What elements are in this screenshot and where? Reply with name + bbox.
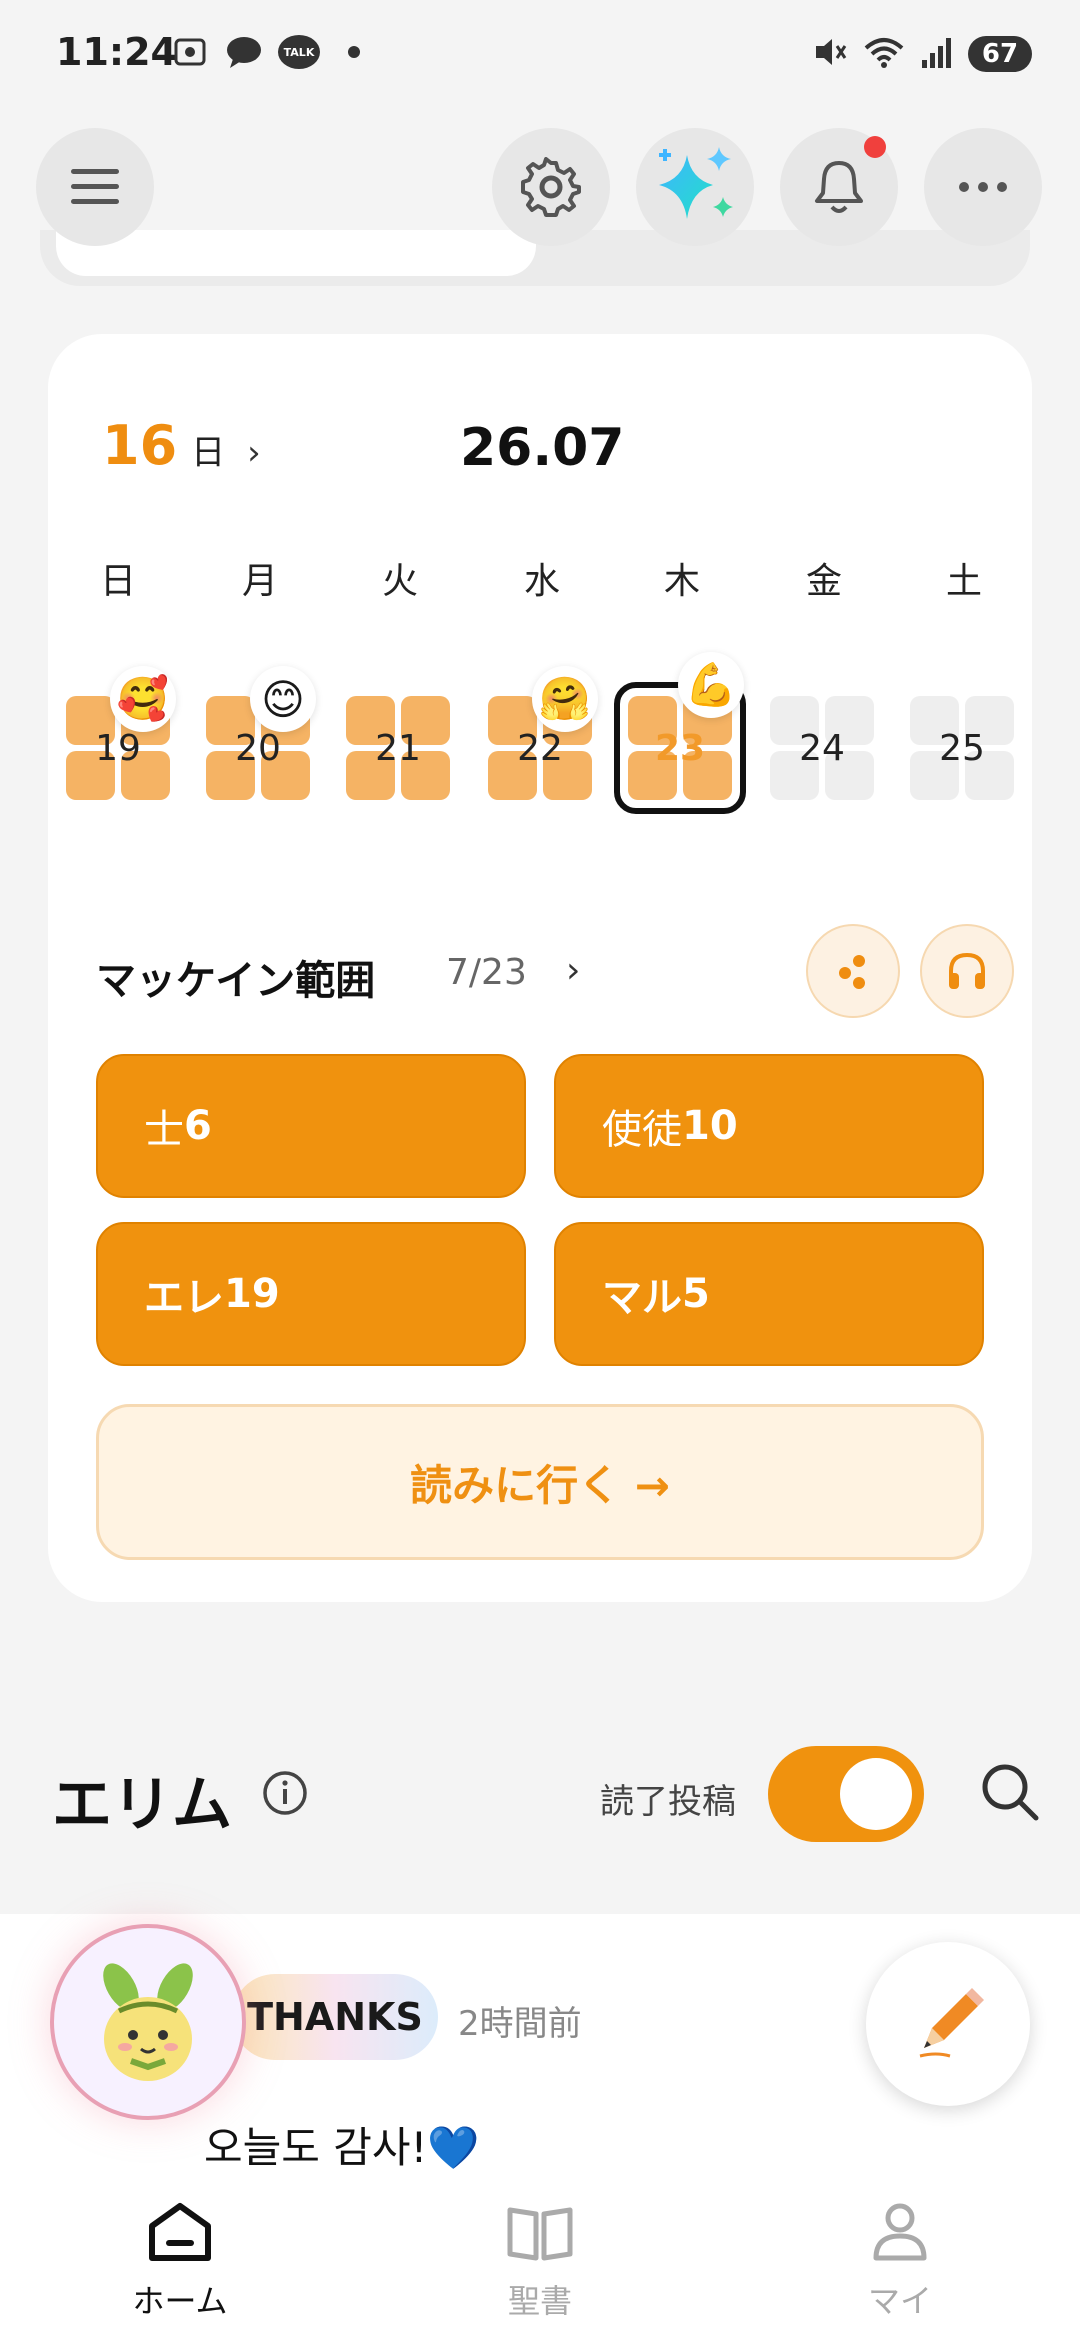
toggle-knob — [840, 1758, 912, 1830]
calendar-day[interactable]: 22 🤗 — [488, 666, 598, 800]
nav-label: マイ — [867, 2282, 932, 2320]
battery-indicator: 67 — [968, 36, 1032, 72]
pencil-icon — [919, 1988, 984, 2058]
bell-icon — [815, 161, 863, 213]
search-icon[interactable] — [978, 1760, 1042, 1824]
streak-unit: 日 — [191, 433, 226, 473]
chip-book: エレ — [144, 1275, 224, 1321]
gear-icon — [521, 157, 581, 217]
status-right-icons: 67 — [812, 34, 1032, 74]
hamburger-menu-icon — [71, 169, 119, 204]
share-dots-icon — [839, 955, 865, 989]
reading-range-date[interactable]: 7/23 — [446, 952, 527, 993]
nav-home[interactable]: ホーム — [80, 2200, 280, 2322]
read-post-toggle[interactable] — [768, 1746, 924, 1842]
bottom-navigation: ホーム 聖書 マイ — [0, 2172, 1080, 2340]
nav-label: ホーム — [132, 2282, 228, 2320]
nav-label: 聖書 — [507, 2282, 572, 2320]
post-text: 오늘도 감사!💙 — [204, 2123, 480, 2172]
weekday-label: 土 — [945, 561, 982, 602]
chevron-right-icon[interactable]: › — [566, 950, 580, 991]
day-emoji-badge: 😊 — [250, 666, 316, 732]
weekday-label: 金 — [805, 561, 842, 602]
wifi-icon — [862, 34, 906, 74]
day-number: 21 — [375, 727, 421, 769]
day-emoji-badge: 💪 — [678, 652, 744, 718]
day-number: 25 — [939, 727, 985, 769]
screenshot-icon — [170, 32, 210, 72]
audio-button[interactable] — [920, 924, 1014, 1018]
day-number: 24 — [799, 727, 845, 769]
calendar-date-title[interactable]: 26.07 — [460, 418, 624, 478]
mascot-avatar-icon — [103, 1963, 193, 2081]
status-dot-icon — [348, 46, 360, 58]
reading-chip[interactable]: エレ 19 — [96, 1222, 526, 1366]
day-emoji-badge: 🥰 — [110, 666, 176, 732]
more-dots-icon — [959, 182, 1007, 192]
nav-bible[interactable]: 聖書 — [440, 2200, 640, 2322]
weekday-label: 水 — [523, 561, 560, 602]
post-badge: THANKS — [232, 1974, 438, 2060]
chip-chapter: 5 — [682, 1271, 710, 1317]
weekday-header: 日 月 火 水 木 金 土 — [48, 552, 1032, 602]
reading-calendar-card: 16 日 › 26.07 日 月 火 水 木 金 土 19 🥰 20 😊 21 … — [48, 334, 1032, 1602]
weekday-label: 火 — [381, 561, 418, 602]
more-button[interactable] — [924, 128, 1042, 246]
weekday-label: 月 — [241, 561, 278, 602]
settings-button[interactable] — [492, 128, 610, 246]
read-post-toggle-label: 読了投稿 — [600, 1782, 736, 1822]
reading-range-header: マッケイン範囲 7/23 › — [96, 924, 1014, 1024]
calendar-day[interactable]: 24 — [770, 696, 874, 800]
chevron-right-icon: › — [247, 433, 261, 473]
reading-chip[interactable]: 使徒 10 — [554, 1054, 984, 1198]
chip-chapter: 19 — [224, 1271, 280, 1317]
community-title: エリム — [52, 1770, 232, 1840]
status-bar: 11:24 TALK 67 — [0, 0, 1080, 110]
chip-book: マル — [602, 1275, 682, 1321]
sparkle-icon — [659, 147, 733, 219]
status-left-icons: TALK — [170, 32, 360, 72]
mute-icon — [812, 34, 848, 74]
chip-chapter: 6 — [184, 1103, 212, 1149]
share-button[interactable] — [806, 924, 900, 1018]
go-read-button[interactable]: 読みに行く → — [96, 1404, 984, 1560]
post-time: 2時間前 — [458, 2004, 582, 2044]
home-icon — [149, 2203, 211, 2261]
headphones-icon — [949, 952, 985, 989]
calendar-day[interactable]: 21 — [346, 696, 450, 800]
chip-chapter: 10 — [682, 1103, 738, 1149]
calendar-day[interactable]: 20 😊 — [206, 666, 316, 800]
reading-chip[interactable]: 士6 — [96, 1054, 526, 1198]
notification-badge — [864, 136, 886, 158]
avatar[interactable] — [50, 1924, 246, 2120]
weekday-label: 木 — [663, 561, 700, 602]
streak-count: 16 — [102, 414, 178, 477]
nav-my[interactable]: マイ — [800, 2200, 1000, 2322]
weekday-label: 日 — [99, 561, 136, 602]
menu-button[interactable] — [36, 128, 154, 246]
streak-counter[interactable]: 16 日 › — [102, 414, 261, 477]
calendar-day-today[interactable]: 23 💪 — [614, 652, 746, 814]
chat-bubble-icon — [224, 32, 264, 72]
week-days-row: 19 🥰 20 😊 21 22 🤗 23 💪 24 25 — [48, 652, 1032, 834]
status-time: 11:24 — [56, 30, 177, 74]
info-icon[interactable] — [262, 1770, 308, 1816]
ai-sparkle-button[interactable] — [636, 128, 754, 246]
day-emoji-badge: 🤗 — [532, 666, 598, 732]
reading-range-title: マッケイン範囲 — [96, 958, 376, 1004]
notification-button[interactable] — [780, 128, 898, 246]
book-icon — [507, 2207, 573, 2261]
talk-icon: TALK — [278, 35, 320, 69]
header-backdrop-tab — [56, 230, 536, 276]
write-post-button[interactable] — [866, 1942, 1030, 2106]
calendar-day[interactable]: 25 — [910, 696, 1014, 800]
signal-icon — [920, 34, 954, 74]
reading-chip[interactable]: マル 5 — [554, 1222, 984, 1366]
chip-book: 使徒 — [602, 1107, 682, 1153]
chip-book: 士 — [144, 1107, 184, 1153]
calendar-day[interactable]: 19 🥰 — [66, 666, 176, 800]
person-icon — [873, 2203, 927, 2261]
